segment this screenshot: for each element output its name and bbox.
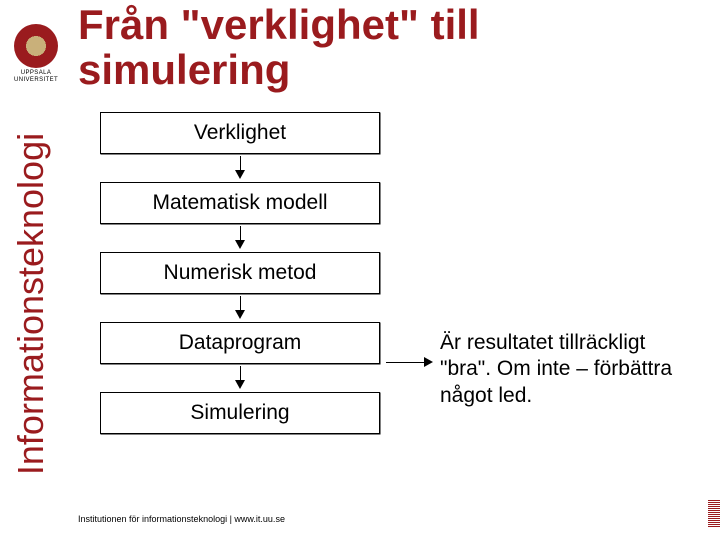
logo-seal-icon <box>14 24 58 68</box>
annotation-text: Är resultatet tillräckligt "bra". Om int… <box>440 330 702 409</box>
slide-title: Från "verklighet" till simulering <box>78 2 700 93</box>
flow-step-matematisk-modell: Matematisk modell <box>100 182 380 224</box>
arrow-down-icon <box>100 224 380 252</box>
arrow-down-icon <box>100 154 380 182</box>
logo-text-line2: UNIVERSITET <box>14 77 58 84</box>
university-logo: UPPSALA UNIVERSITET <box>14 24 58 84</box>
flow-step-numerisk-metod: Numerisk metod <box>100 252 380 294</box>
vertical-label-container: Informationsteknologi <box>0 104 62 504</box>
arrow-down-icon <box>100 364 380 392</box>
logo-text-line1: UPPSALA <box>14 70 58 77</box>
arrow-down-icon <box>100 294 380 322</box>
decorative-band <box>708 500 720 528</box>
vertical-label: Informationsteknologi <box>10 133 52 475</box>
flow-step-verklighet: Verklighet <box>100 112 380 154</box>
flow-step-simulering: Simulering <box>100 392 380 434</box>
flow-diagram: Verklighet Matematisk modell Numerisk me… <box>100 112 380 434</box>
footer-text: Institutionen för informationsteknologi … <box>78 514 285 524</box>
slide: UPPSALA UNIVERSITET Från "verklighet" ti… <box>0 0 720 540</box>
flow-step-dataprogram: Dataprogram <box>100 322 380 364</box>
